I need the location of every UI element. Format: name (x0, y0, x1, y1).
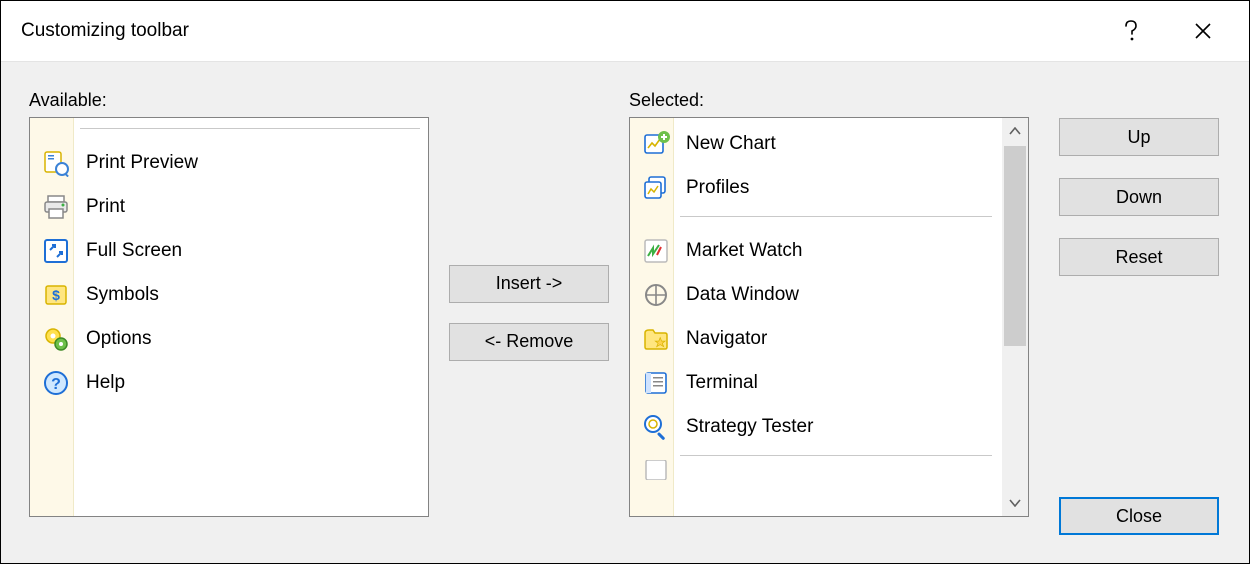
list-item[interactable] (630, 460, 1000, 480)
list-item-label: Print (86, 196, 125, 218)
right-buttons: Up Down Reset Close (1029, 90, 1221, 535)
list-item[interactable]: Strategy Tester (630, 405, 1000, 449)
available-panel: Available: (29, 90, 429, 535)
available-listbox[interactable]: Print Preview Print (29, 117, 429, 517)
list-item-label: Profiles (686, 177, 749, 199)
market-watch-icon (640, 235, 672, 267)
navigator-icon (640, 323, 672, 355)
list-item[interactable]: Full Screen (30, 229, 428, 273)
list-item[interactable]: Terminal (630, 361, 1000, 405)
middle-buttons: Insert -> <- Remove (429, 90, 629, 535)
svg-text:$: $ (52, 287, 60, 303)
separator (680, 216, 992, 217)
help-button[interactable] (1105, 11, 1157, 51)
separator (80, 128, 420, 129)
button-label: Reset (1115, 247, 1162, 268)
button-label: Down (1116, 187, 1162, 208)
partial-icon (640, 460, 672, 480)
button-label: <- Remove (485, 331, 574, 352)
selected-panel: Selected: (629, 90, 1029, 535)
close-button[interactable]: Close (1059, 497, 1219, 535)
list-item[interactable]: Options (30, 317, 428, 361)
list-item[interactable]: ? Help (30, 361, 428, 405)
button-label: Up (1127, 127, 1150, 148)
options-icon (40, 323, 72, 355)
close-icon (1194, 22, 1212, 40)
list-item-label: Help (86, 372, 125, 394)
list-item-label: Market Watch (686, 240, 803, 262)
dialog-body: Available: (1, 61, 1249, 563)
list-item[interactable]: Navigator (630, 317, 1000, 361)
available-label: Available: (29, 90, 429, 111)
insert-button[interactable]: Insert -> (449, 265, 609, 303)
selected-label: Selected: (629, 90, 1029, 111)
strategy-tester-icon (640, 411, 672, 443)
print-preview-icon (40, 147, 72, 179)
list-item[interactable]: Data Window (630, 273, 1000, 317)
list-item[interactable]: Market Watch (630, 229, 1000, 273)
list-item[interactable]: Print (30, 185, 428, 229)
list-item[interactable]: New Chart (630, 122, 1000, 166)
fullscreen-icon (40, 235, 72, 267)
list-item-label: Options (86, 328, 151, 350)
down-button[interactable]: Down (1059, 178, 1219, 216)
list-item-label: Navigator (686, 328, 767, 350)
list-item-label: Terminal (686, 372, 758, 394)
list-item-label: Symbols (86, 284, 159, 306)
help-icon (1123, 20, 1139, 42)
close-window-button[interactable] (1177, 11, 1229, 51)
dialog-title: Customizing toolbar (21, 20, 1105, 42)
data-window-icon (640, 279, 672, 311)
button-label: Insert -> (496, 273, 563, 294)
up-button[interactable]: Up (1059, 118, 1219, 156)
reset-button[interactable]: Reset (1059, 238, 1219, 276)
svg-text:?: ? (51, 376, 61, 393)
separator (680, 455, 992, 456)
remove-button[interactable]: <- Remove (449, 323, 609, 361)
new-chart-icon (640, 128, 672, 160)
list-item-label: Full Screen (86, 240, 182, 262)
selected-listbox[interactable]: New Chart Profiles (629, 117, 1029, 517)
list-item-label: New Chart (686, 133, 776, 155)
profiles-icon (640, 172, 672, 204)
print-icon (40, 191, 72, 223)
button-label: Close (1116, 506, 1162, 527)
list-item-label: Print Preview (86, 152, 198, 174)
scroll-down-icon[interactable] (1002, 490, 1028, 516)
customize-toolbar-dialog: Customizing toolbar Available: (0, 0, 1250, 564)
list-item[interactable]: $ Symbols (30, 273, 428, 317)
titlebar: Customizing toolbar (1, 1, 1249, 61)
help-icon: ? (40, 367, 72, 399)
symbols-icon: $ (40, 279, 72, 311)
list-item[interactable]: Print Preview (30, 141, 428, 185)
list-item[interactable]: Profiles (630, 166, 1000, 210)
terminal-icon (640, 367, 672, 399)
list-item-label: Strategy Tester (686, 416, 813, 438)
list-item-label: Data Window (686, 284, 799, 306)
